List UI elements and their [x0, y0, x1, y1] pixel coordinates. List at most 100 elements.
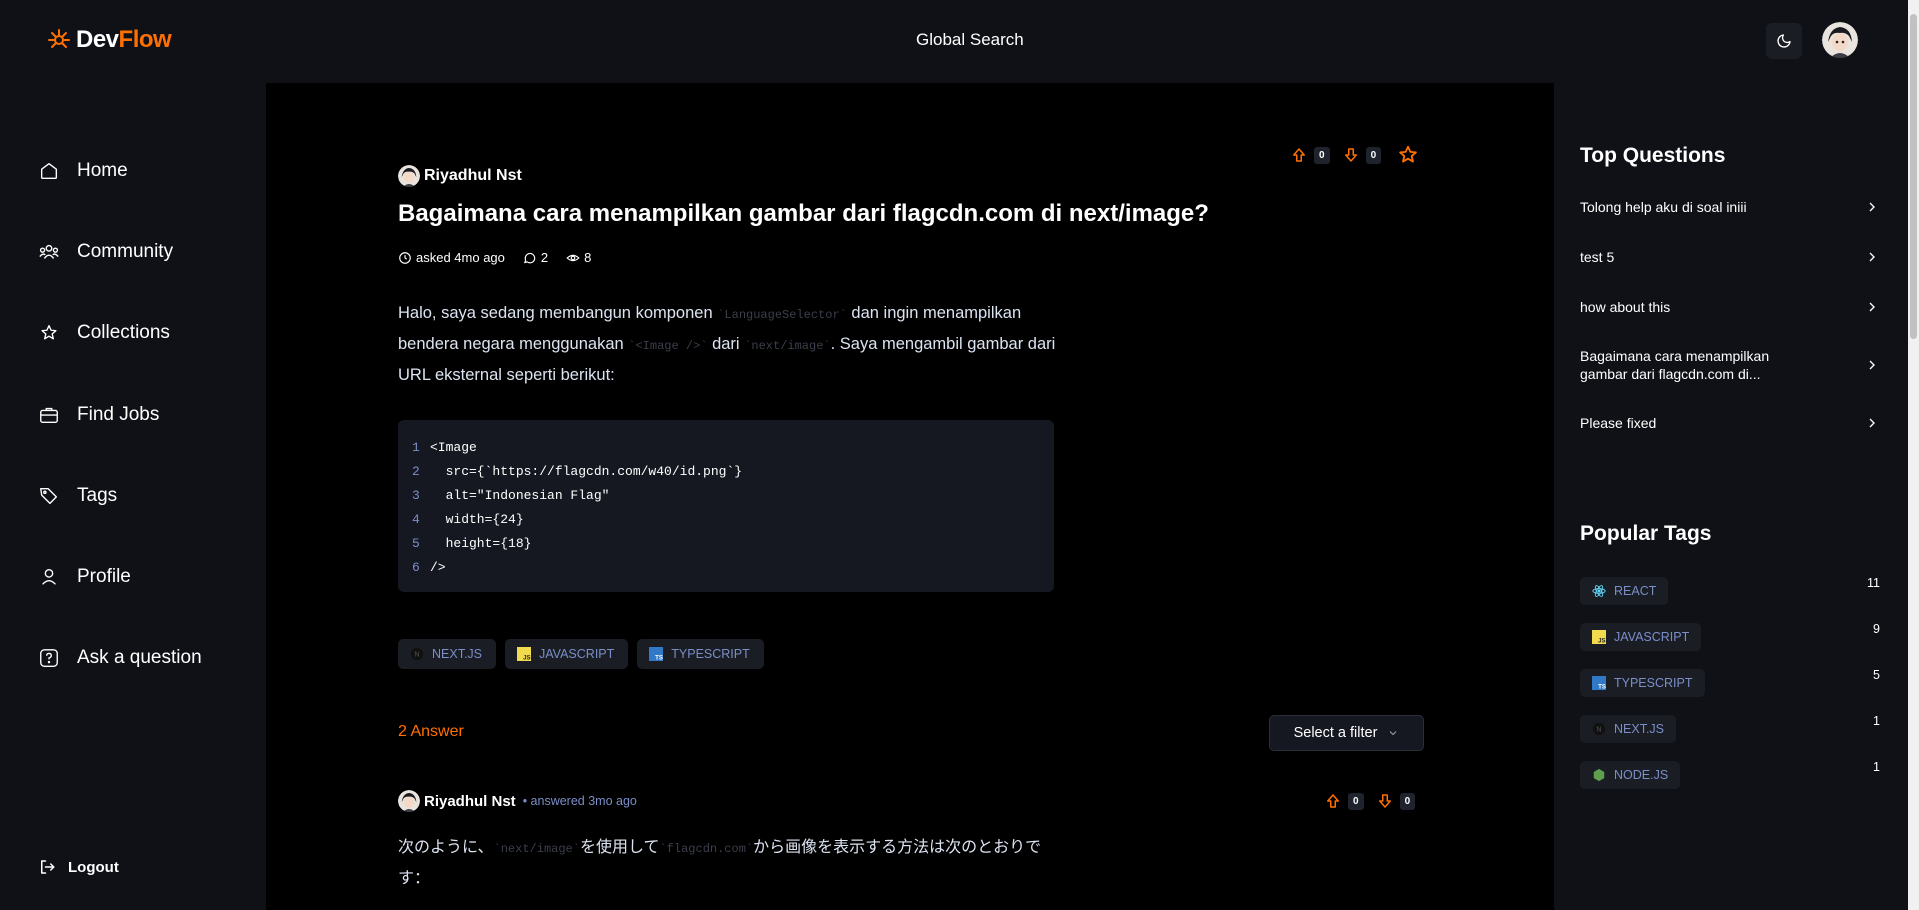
- answer-filter-select[interactable]: Select a filter: [1269, 715, 1424, 751]
- question-icon: [40, 649, 58, 667]
- chevron-right-icon: [1869, 302, 1875, 312]
- code-line: 4 width={24}: [412, 508, 1040, 532]
- upvote-count: 0: [1348, 792, 1364, 810]
- sidebar-item-label: Community: [77, 241, 174, 262]
- sidebar-item-collections[interactable]: Collections: [38, 322, 170, 344]
- tag-javascript[interactable]: JS JAVASCRIPT: [505, 639, 629, 669]
- user-avatar[interactable]: [1822, 22, 1858, 58]
- answer-count-value: 2: [540, 250, 549, 265]
- tag-typescript[interactable]: TS TYPESCRIPT: [637, 639, 764, 669]
- downvote-icon[interactable]: [1342, 146, 1360, 164]
- author-name: Riyadhul Nst: [424, 167, 522, 184]
- top-question-item[interactable]: test 5: [1580, 248, 1880, 266]
- sidebar-item-ask-question[interactable]: Ask a question: [38, 647, 202, 669]
- chevron-right-icon: [1869, 360, 1875, 370]
- answer-author[interactable]: Riyadhul Nst • answered 3mo ago: [398, 790, 637, 812]
- tag-count: 1: [1873, 760, 1880, 774]
- tag-nodejs[interactable]: NODE.JS: [1580, 761, 1681, 789]
- tag-label: NODE.JS: [1614, 768, 1669, 782]
- author-name: Riyadhul Nst: [424, 792, 516, 810]
- svg-text:JS: JS: [523, 654, 530, 661]
- sidebar-item-find-jobs[interactable]: Find Jobs: [38, 404, 159, 426]
- tag-label: NEXT.JS: [432, 647, 483, 661]
- page-scrollbar[interactable]: [1908, 0, 1919, 910]
- code-line: 2 src={`https://flagcdn.com/w40/id.png`}: [412, 460, 1040, 484]
- sidebar-item-label: Ask a question: [77, 647, 202, 668]
- users-icon: [39, 244, 59, 259]
- popular-tag-row: NODE.JS 1: [1580, 760, 1880, 789]
- answer-count: 2: [523, 250, 548, 265]
- filter-placeholder: Select a filter: [1293, 725, 1378, 741]
- upvote-icon[interactable]: [1324, 792, 1342, 810]
- svg-text:TS: TS: [1598, 683, 1606, 690]
- tag-nextjs[interactable]: N NEXT.JS: [1580, 715, 1677, 743]
- answered-time: • answered 3mo ago: [522, 794, 637, 808]
- left-sidebar: Home Community Collections Find Jobs Tag…: [0, 83, 266, 910]
- logout-button[interactable]: Logout: [38, 858, 119, 876]
- answer-body: 次のように、`next/image`を使用して`flagcdn.com`から画像…: [398, 833, 1058, 893]
- inline-code: `flagcdn.com`: [659, 842, 754, 856]
- body-text: dari: [707, 335, 745, 353]
- svg-text:N: N: [414, 652, 419, 659]
- code-line: 3 alt="Indonesian Flag": [412, 484, 1040, 508]
- chevron-down-icon: [1390, 731, 1397, 736]
- top-question-label: how about this: [1580, 299, 1671, 315]
- svg-text:N: N: [1596, 727, 1601, 734]
- tag-count: 9: [1873, 622, 1880, 636]
- star-icon: [41, 324, 57, 340]
- react-icon: [1592, 585, 1606, 597]
- sidebar-item-profile[interactable]: Profile: [38, 566, 131, 588]
- top-question-label: test 5: [1580, 249, 1615, 265]
- author-avatar: [398, 790, 420, 812]
- logout-icon: [41, 860, 55, 874]
- sidebar-item-tags[interactable]: Tags: [38, 485, 117, 507]
- avatar-image-icon: [1822, 22, 1858, 58]
- tag-count: 5: [1873, 668, 1880, 682]
- code-text: height={18}: [430, 536, 532, 551]
- top-question-item[interactable]: Tolong help aku di soal iniii: [1580, 198, 1880, 216]
- top-question-label: Bagaimana cara menampilkan gambar dari f…: [1580, 348, 1770, 382]
- logo-icon: [48, 29, 70, 48]
- chevron-right-icon: [1869, 202, 1875, 212]
- tag-count: 1: [1873, 714, 1880, 728]
- tag-label: TYPESCRIPT: [1614, 676, 1693, 690]
- sidebar-item-label: Tags: [77, 485, 118, 506]
- asked-label: asked 4mo ago: [416, 250, 505, 265]
- svg-text:TS: TS: [655, 654, 663, 661]
- avatar-image-icon: [398, 165, 420, 187]
- sidebar-item-label: Find Jobs: [77, 404, 160, 425]
- code-line: 5 height={18}: [412, 532, 1040, 556]
- nodejs-icon: [1593, 768, 1605, 782]
- upvote-icon[interactable]: [1290, 146, 1308, 164]
- downvote-icon[interactable]: [1376, 792, 1394, 810]
- top-question-item[interactable]: Please fixed: [1580, 414, 1880, 432]
- top-question-item[interactable]: how about this: [1580, 298, 1880, 316]
- clock-icon: [399, 251, 411, 264]
- top-question-item[interactable]: Bagaimana cara menampilkan gambar dari f…: [1580, 347, 1880, 383]
- chevron-right-icon: [1869, 418, 1875, 428]
- tag-typescript[interactable]: TS TYPESCRIPT: [1580, 669, 1705, 697]
- global-search[interactable]: Global Search: [916, 30, 1024, 50]
- code-text: <Image: [430, 440, 477, 455]
- tag-react[interactable]: REACT: [1580, 577, 1669, 605]
- code-text: alt="Indonesian Flag": [430, 488, 610, 503]
- tag-javascript[interactable]: JS JAVASCRIPT: [1580, 623, 1702, 651]
- star-icon[interactable]: [1397, 144, 1419, 166]
- tag-nextjs[interactable]: N NEXT.JS: [398, 639, 497, 669]
- question-title: Bagaimana cara menampilkan gambar dari f…: [398, 200, 1209, 227]
- popular-tag-row: TS TYPESCRIPT 5: [1580, 668, 1880, 697]
- downvote-count: 0: [1365, 146, 1382, 164]
- question-tags: N NEXT.JS JS JAVASCRIPT TS TYPESCRIPT: [398, 639, 764, 669]
- user-icon: [42, 568, 56, 585]
- tag-label: JAVASCRIPT: [1614, 630, 1690, 644]
- typescript-icon: TS: [649, 647, 664, 661]
- sidebar-item-home[interactable]: Home: [38, 160, 128, 182]
- question-author[interactable]: Riyadhul Nst: [398, 165, 522, 187]
- theme-toggle-button[interactable]: [1766, 23, 1802, 59]
- top-navbar: DevFlow Global Search: [0, 0, 1908, 83]
- main-content: Riyadhul Nst 0 0 Bagaimana cara menampil…: [266, 83, 1554, 910]
- view-count: 8: [566, 250, 591, 265]
- scrollbar-thumb[interactable]: [1910, 14, 1917, 339]
- logo[interactable]: DevFlow: [46, 26, 172, 54]
- sidebar-item-community[interactable]: Community: [38, 241, 173, 263]
